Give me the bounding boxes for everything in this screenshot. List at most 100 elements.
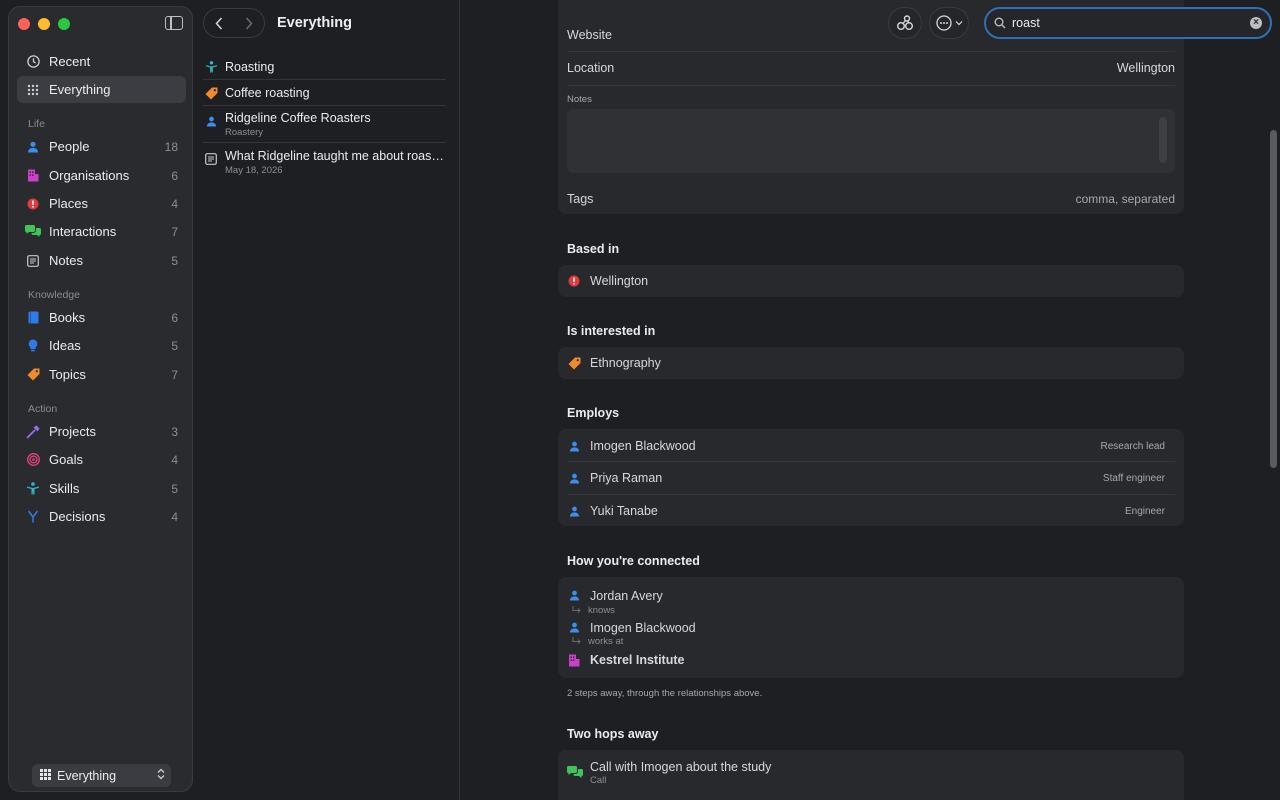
main-scrollbar[interactable] [1270, 130, 1277, 468]
employee-name: Priya Raman [590, 471, 663, 485]
sidebar-item-label: Goals [49, 452, 83, 467]
clear-search-icon[interactable]: × [1250, 17, 1262, 29]
person-icon [25, 139, 41, 155]
close-window-button[interactable] [18, 18, 30, 30]
sidebar-toggle-icon[interactable] [165, 16, 183, 30]
skill-figure-icon [203, 60, 219, 73]
sidebar-item-projects[interactable]: Projects 3 [17, 418, 186, 445]
sidebar-item-notes[interactable]: Notes 5 [17, 247, 186, 274]
list-item[interactable]: What Ridgeline taught me about roast… Ma… [203, 149, 446, 181]
sidebar-item-books[interactable]: Books 6 [17, 304, 186, 331]
sidebar-item-recent[interactable]: Recent [17, 48, 186, 75]
interested-in-card: Ethnography [558, 347, 1184, 379]
notes-textarea[interactable] [567, 109, 1175, 173]
sidebar-item-goals[interactable]: Goals 4 [17, 446, 186, 473]
employee-role: Engineer [1124, 505, 1165, 517]
sidebar-item-count: 6 [171, 310, 178, 325]
more-actions-button[interactable] [929, 7, 969, 39]
sidebar-item-decisions[interactable]: Decisions 4 [17, 503, 186, 530]
sidebar-item-label: Organisations [49, 168, 130, 183]
tags-row[interactable]: Tags comma, separated [567, 188, 1175, 210]
list-item[interactable]: Coffee roasting [203, 86, 446, 106]
list-item-title: What Ridgeline taught me about roast… [225, 149, 446, 163]
chevron-down-icon [955, 21, 962, 26]
related-item-label: Ethnography [590, 356, 661, 370]
connection-node[interactable]: Jordan Avery [567, 587, 1175, 604]
person-icon [567, 621, 581, 635]
sidebar-item-interactions[interactable]: Interactions 7 [17, 218, 186, 245]
sidebar-item-organisations[interactable]: Organisations 6 [17, 162, 186, 189]
sidebar-item-topics[interactable]: Topics 7 [17, 361, 186, 388]
building-icon [567, 653, 581, 667]
sidebar-item-count: 4 [171, 196, 178, 211]
list-item-title: Ridgeline Coffee Roasters [225, 111, 371, 125]
based-in-card: Wellington [558, 265, 1184, 297]
employee-row[interactable]: Imogen Blackwood Research lead [567, 435, 1175, 457]
tags-input[interactable]: comma, separated [1076, 192, 1175, 206]
sidebar-item-count: 4 [171, 509, 178, 524]
list-item[interactable]: Roasting [203, 60, 446, 80]
sidebar-item-everything[interactable]: Everything [17, 76, 186, 103]
sidebar-item-label: Places [49, 196, 89, 211]
sidebar-item-count: 7 [171, 367, 178, 382]
sidebar-item-ideas[interactable]: Ideas 5 [17, 332, 186, 359]
sidebar-item-label: Interactions [49, 224, 117, 239]
connection-edge: works at [567, 635, 1175, 648]
turn-arrow-icon [572, 637, 581, 644]
location-row[interactable]: Location Wellington [567, 57, 1175, 79]
employee-row[interactable]: Yuki Tanabe Engineer [567, 500, 1175, 522]
note-icon [25, 253, 41, 269]
related-item-subtitle: Call [590, 775, 607, 786]
connection-relation: knows [588, 605, 615, 616]
graph-view-button[interactable] [888, 7, 922, 39]
sidebar-item-count: 5 [171, 253, 178, 268]
sidebar-item-label: Topics [49, 367, 86, 382]
related-item[interactable]: Wellington [567, 270, 1175, 292]
scope-select-value: Everything [57, 768, 117, 783]
sidebar-item-label: Books [49, 310, 86, 325]
forward-button[interactable] [234, 9, 264, 37]
interested-in-heading: Is interested in [567, 324, 656, 338]
search-input[interactable] [1012, 16, 1250, 30]
lightbulb-icon [25, 338, 41, 354]
employs-heading: Employs [567, 406, 620, 420]
divider [567, 461, 1175, 462]
list-item[interactable]: Ridgeline Coffee Roasters Roastery [203, 111, 446, 143]
connection-node-name: Imogen Blackwood [590, 620, 696, 635]
section-label-action: Action [28, 403, 58, 415]
connection-node[interactable]: Imogen Blackwood [567, 619, 1175, 636]
sidebar-item-count: 7 [171, 224, 178, 239]
search-field[interactable]: × [984, 7, 1272, 39]
related-item-label: Wellington [590, 274, 649, 288]
connection-edge: knows [567, 604, 1175, 617]
tags-label: Tags [567, 192, 594, 206]
ellipsis-circle-icon [935, 15, 952, 31]
connection-node[interactable]: Kestrel Institute [567, 651, 1175, 669]
employee-row[interactable]: Priya Raman Staff engineer [567, 467, 1175, 489]
history-nav [203, 8, 265, 38]
related-item[interactable]: Call with Imogen about the study Call [567, 760, 1175, 788]
chat-bubbles-icon [567, 765, 583, 779]
sidebar-item-label: Decisions [49, 509, 106, 524]
pin-icon [567, 274, 581, 288]
sidebar-item-skills[interactable]: Skills 5 [17, 475, 186, 502]
sidebar-item-label: Ideas [49, 338, 81, 353]
back-button[interactable] [204, 9, 234, 37]
minimize-window-button[interactable] [38, 18, 50, 30]
zoom-window-button[interactable] [58, 18, 70, 30]
sidebar-item-count: 4 [171, 452, 178, 467]
sidebar-item-people[interactable]: People 18 [17, 133, 186, 160]
results-list: Everything Roasting Coffee roasting Ridg… [193, 0, 460, 800]
notes-scrollbar[interactable] [1159, 117, 1167, 163]
building-icon [25, 168, 41, 184]
target-icon [25, 452, 41, 468]
two-hops-heading: Two hops away [567, 727, 659, 741]
tag-icon [567, 356, 581, 370]
scope-select[interactable]: Everything [32, 764, 171, 787]
connection-node-name: Jordan Avery [590, 588, 663, 603]
turn-arrow-icon [572, 606, 581, 613]
sidebar-item-count: 5 [171, 338, 178, 353]
person-icon [567, 471, 581, 485]
sidebar-item-places[interactable]: Places 4 [17, 190, 186, 217]
related-item[interactable]: Ethnography [567, 352, 1175, 374]
